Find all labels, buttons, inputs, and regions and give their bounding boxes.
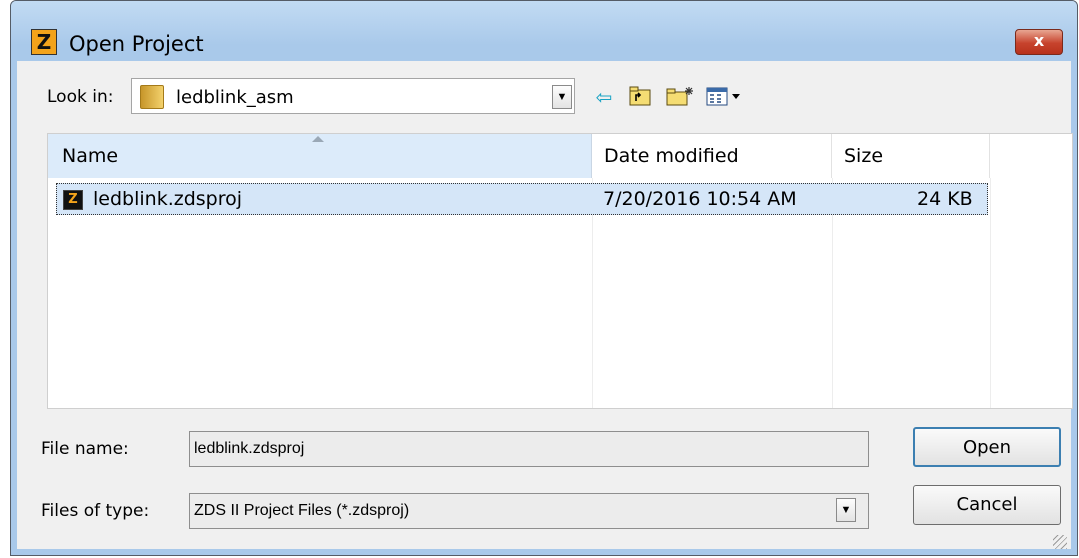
zds-project-icon: Z (63, 190, 83, 210)
file-list[interactable]: Name Date modified Size Z ledblink.zdspr… (47, 133, 1073, 409)
file-type-select[interactable]: ZDS II Project Files (*.zdsproj) ▼ (189, 493, 869, 529)
back-arrow-icon[interactable]: ⇦ (591, 85, 617, 109)
view-menu-icon[interactable] (705, 85, 745, 109)
column-header-size[interactable]: Size (832, 134, 990, 178)
file-row-name: ledblink.zdsproj (93, 188, 243, 210)
cancel-button[interactable]: Cancel (913, 485, 1061, 525)
open-button[interactable]: Open (913, 427, 1061, 467)
file-type-dropdown-button[interactable]: ▼ (836, 498, 856, 522)
new-folder-icon[interactable] (665, 85, 695, 109)
resize-grip[interactable] (1053, 535, 1067, 549)
column-header-empty (990, 134, 1072, 178)
file-name-label: File name: (41, 439, 129, 459)
file-row-date: 7/20/2016 10:54 AM (603, 188, 797, 210)
up-folder-icon[interactable] (627, 85, 653, 109)
close-button[interactable]: x (1015, 29, 1063, 55)
column-divider (990, 178, 991, 408)
look-in-combobox[interactable]: ledblink_asm ▼ (131, 78, 575, 114)
folder-icon (140, 85, 164, 109)
file-row-size: 24 KB (917, 188, 973, 210)
column-header-date[interactable]: Date modified (592, 134, 832, 178)
sort-ascending-icon (312, 136, 324, 142)
look-in-dropdown-button[interactable]: ▼ (552, 85, 572, 109)
file-row[interactable]: Z ledblink.zdsproj 7/20/2016 10:54 AM 24… (56, 183, 988, 215)
column-header-name[interactable]: Name (48, 134, 592, 178)
file-type-label: Files of type: (41, 501, 150, 521)
look-in-value: ledblink_asm (176, 87, 294, 108)
file-type-value: ZDS II Project Files (*.zdsproj) (194, 502, 410, 519)
column-header-name-label: Name (62, 145, 119, 167)
dialog-title: Open Project (69, 32, 204, 56)
zds-app-icon: Z (31, 29, 57, 55)
look-in-label: Look in: (47, 87, 114, 107)
open-project-dialog: Z Open Project x Look in: ledblink_asm ▼… (10, 0, 1078, 556)
file-name-input[interactable]: ledblink.zdsproj (189, 431, 869, 467)
